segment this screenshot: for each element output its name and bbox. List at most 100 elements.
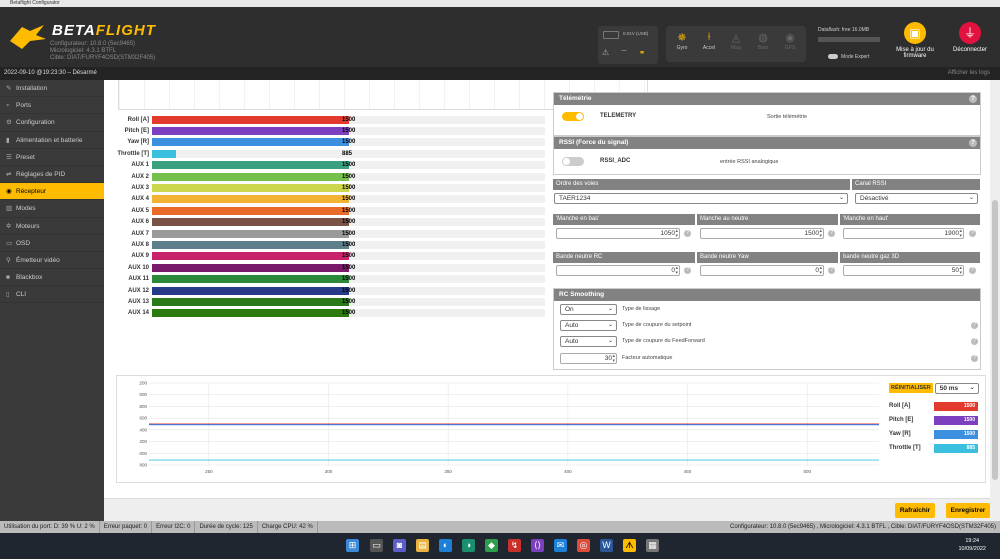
- channel-label: AUX 7: [131, 230, 149, 237]
- channel-bar: 1500: [152, 138, 545, 147]
- dataflash-label: Dataflash: free 16.0MB: [818, 27, 870, 33]
- footer-actions: Rafraîchir Enregistrer: [104, 498, 990, 521]
- sidebar-item-label: Modes: [16, 205, 36, 213]
- refresh-rate-select[interactable]: 50 ms ⌄: [934, 382, 979, 394]
- channel-map-select[interactable]: TAER1234 ⌄: [554, 193, 848, 204]
- yaw-deadband-input[interactable]: 0 ▴ ▾: [700, 265, 824, 276]
- rc-deadband-input[interactable]: 0 ▴ ▾: [556, 265, 680, 276]
- channel-row: AUX 8 1500: [114, 240, 545, 249]
- channel-label: AUX 10: [127, 264, 149, 271]
- channel-row: AUX 3 1500: [114, 183, 545, 192]
- help-icon[interactable]: ?: [971, 322, 978, 329]
- x-tick-label: 250: [205, 469, 213, 474]
- setpoint-cutoff-select[interactable]: Auto ⌄: [560, 320, 617, 331]
- refresh-button[interactable]: Rafraîchir: [895, 503, 935, 518]
- betaflight-icon[interactable]: ᗑ: [623, 539, 636, 552]
- vscode-icon[interactable]: ⟨⟩: [531, 539, 544, 552]
- telemetry-toggle[interactable]: [562, 112, 584, 121]
- auto-factor-input[interactable]: 30 ▴ ▾: [560, 353, 617, 364]
- edge-icon[interactable]: ◐: [439, 539, 452, 552]
- channel-bar-fill: [152, 138, 349, 147]
- save-button[interactable]: Enregistrer: [946, 503, 990, 518]
- wrench-icon: ✎: [6, 85, 12, 92]
- help-icon[interactable]: ?: [969, 139, 977, 147]
- rssi-channel-select[interactable]: Désactivé ⌄: [855, 193, 978, 204]
- help-icon[interactable]: ?: [684, 230, 691, 237]
- channel-value: 1500: [342, 173, 356, 180]
- help-icon[interactable]: ?: [969, 230, 976, 237]
- blackbox-icon: ■: [6, 274, 10, 282]
- channel-value: 1500: [342, 219, 356, 226]
- channel-label: AUX 3: [131, 184, 149, 191]
- sidebar-item-osd[interactable]: ▭ OSD: [0, 235, 104, 252]
- channel-row: AUX 7 1500: [114, 229, 545, 238]
- channel-label: AUX 13: [127, 298, 149, 305]
- word-icon[interactable]: W: [600, 539, 613, 552]
- firmware-flasher-button[interactable]: ▣ Mise à jour du firmware: [890, 22, 940, 59]
- sidebar-item-configuration[interactable]: ⚙ Configuration: [0, 114, 104, 132]
- channel-bar-fill: [152, 218, 349, 227]
- sidebar-item-r-glages-de-pid[interactable]: ⇌ Réglages de PID: [0, 166, 104, 184]
- help-icon[interactable]: ?: [971, 355, 978, 362]
- disconnect-button[interactable]: ⏚ Déconnecter: [945, 22, 995, 53]
- channel-bar: 1500: [152, 195, 545, 204]
- chip-icon: ▣: [904, 22, 926, 44]
- main-scrollbar[interactable]: [990, 80, 1000, 521]
- sidebar-item-cli[interactable]: ▯ CLI: [0, 286, 104, 304]
- sidebar-item-ports[interactable]: ⌁ Ports: [0, 97, 104, 115]
- sidebar-item-installation[interactable]: ✎ Installation: [0, 80, 104, 98]
- explorer-icon[interactable]: ▤: [416, 539, 429, 552]
- battery-icon: ▮: [6, 136, 10, 144]
- dataflash-bar: [818, 37, 880, 42]
- sidebar-item-r-cepteur[interactable]: ◉ Récepteur: [0, 183, 104, 201]
- teams-icon[interactable]: ◙: [393, 539, 406, 552]
- channel-row: AUX 6 1500: [114, 218, 545, 227]
- channel-bar: 1500: [152, 183, 545, 192]
- chrome-icon[interactable]: ◎: [577, 539, 590, 552]
- sidebar-item-blackbox[interactable]: ■ Blackbox: [0, 269, 104, 287]
- sidebar-item-alimentation-et-batterie[interactable]: ▮ Alimentation et batterie: [0, 132, 104, 149]
- throttle-3d-deadband-input[interactable]: 50 ▴ ▾: [843, 265, 964, 276]
- channel-label: AUX 5: [131, 207, 149, 214]
- gear-icon: ⚙: [6, 119, 12, 127]
- app-icon[interactable]: ▦: [646, 539, 659, 552]
- help-icon[interactable]: ?: [684, 267, 691, 274]
- help-icon[interactable]: ?: [969, 267, 976, 274]
- scrollbar-thumb[interactable]: [992, 200, 998, 480]
- stick-max-input[interactable]: 1900 ▴ ▾: [843, 228, 964, 239]
- channel-label: Pitch [E]: [124, 127, 149, 134]
- help-icon[interactable]: ?: [828, 230, 835, 237]
- sidebar-item-modes[interactable]: ▥ Modes: [0, 200, 104, 218]
- sidebar-item-label: Preset: [16, 153, 35, 161]
- stick-center-input[interactable]: 1500 ▴ ▾: [700, 228, 824, 239]
- reset-graph-button[interactable]: RÉINITIALISER: [889, 383, 933, 393]
- channel-value: 1500: [342, 276, 356, 283]
- receiver-icon: ◉: [6, 188, 12, 196]
- rssi-adc-toggle[interactable]: [562, 157, 584, 166]
- sensor-mag: ◬ Mag: [725, 26, 747, 62]
- start-icon[interactable]: ⊞: [346, 539, 359, 552]
- stick-min-input[interactable]: 1050 ▴ ▾: [556, 228, 680, 239]
- expert-mode-toggle[interactable]: Mode Expert: [828, 54, 869, 60]
- modes-icon: ▥: [6, 205, 13, 213]
- channel-bar: 1500: [152, 240, 545, 249]
- sensor-accel: ⟊ Accel: [698, 26, 720, 62]
- app-icon[interactable]: ◆: [485, 539, 498, 552]
- help-icon[interactable]: ?: [969, 95, 977, 103]
- taskview-icon[interactable]: ▭: [370, 539, 383, 552]
- mail-icon[interactable]: ✉: [554, 539, 567, 552]
- x-tick-label: 400: [564, 469, 572, 474]
- help-icon[interactable]: ?: [971, 338, 978, 345]
- window-title: Betaflight Configurator: [0, 0, 1000, 7]
- feedforward-cutoff-select[interactable]: Auto ⌄: [560, 336, 617, 347]
- edge-dev-icon[interactable]: ◑: [462, 539, 475, 552]
- channel-row: Yaw [R] 1500: [114, 138, 545, 147]
- show-logs-link[interactable]: Afficher les logs: [948, 67, 990, 80]
- app-icon[interactable]: ↯: [508, 539, 521, 552]
- sidebar-item--metteur-vid-o[interactable]: ⚲ Émetteur vidéo: [0, 252, 104, 270]
- sidebar-item-preset[interactable]: ☰ Preset: [0, 149, 104, 166]
- baro-icon: ◍: [758, 32, 768, 44]
- sidebar-item-moteurs[interactable]: ✲ Moteurs: [0, 218, 104, 235]
- smoothing-type-select[interactable]: On ⌄: [560, 304, 617, 315]
- help-icon[interactable]: ?: [828, 267, 835, 274]
